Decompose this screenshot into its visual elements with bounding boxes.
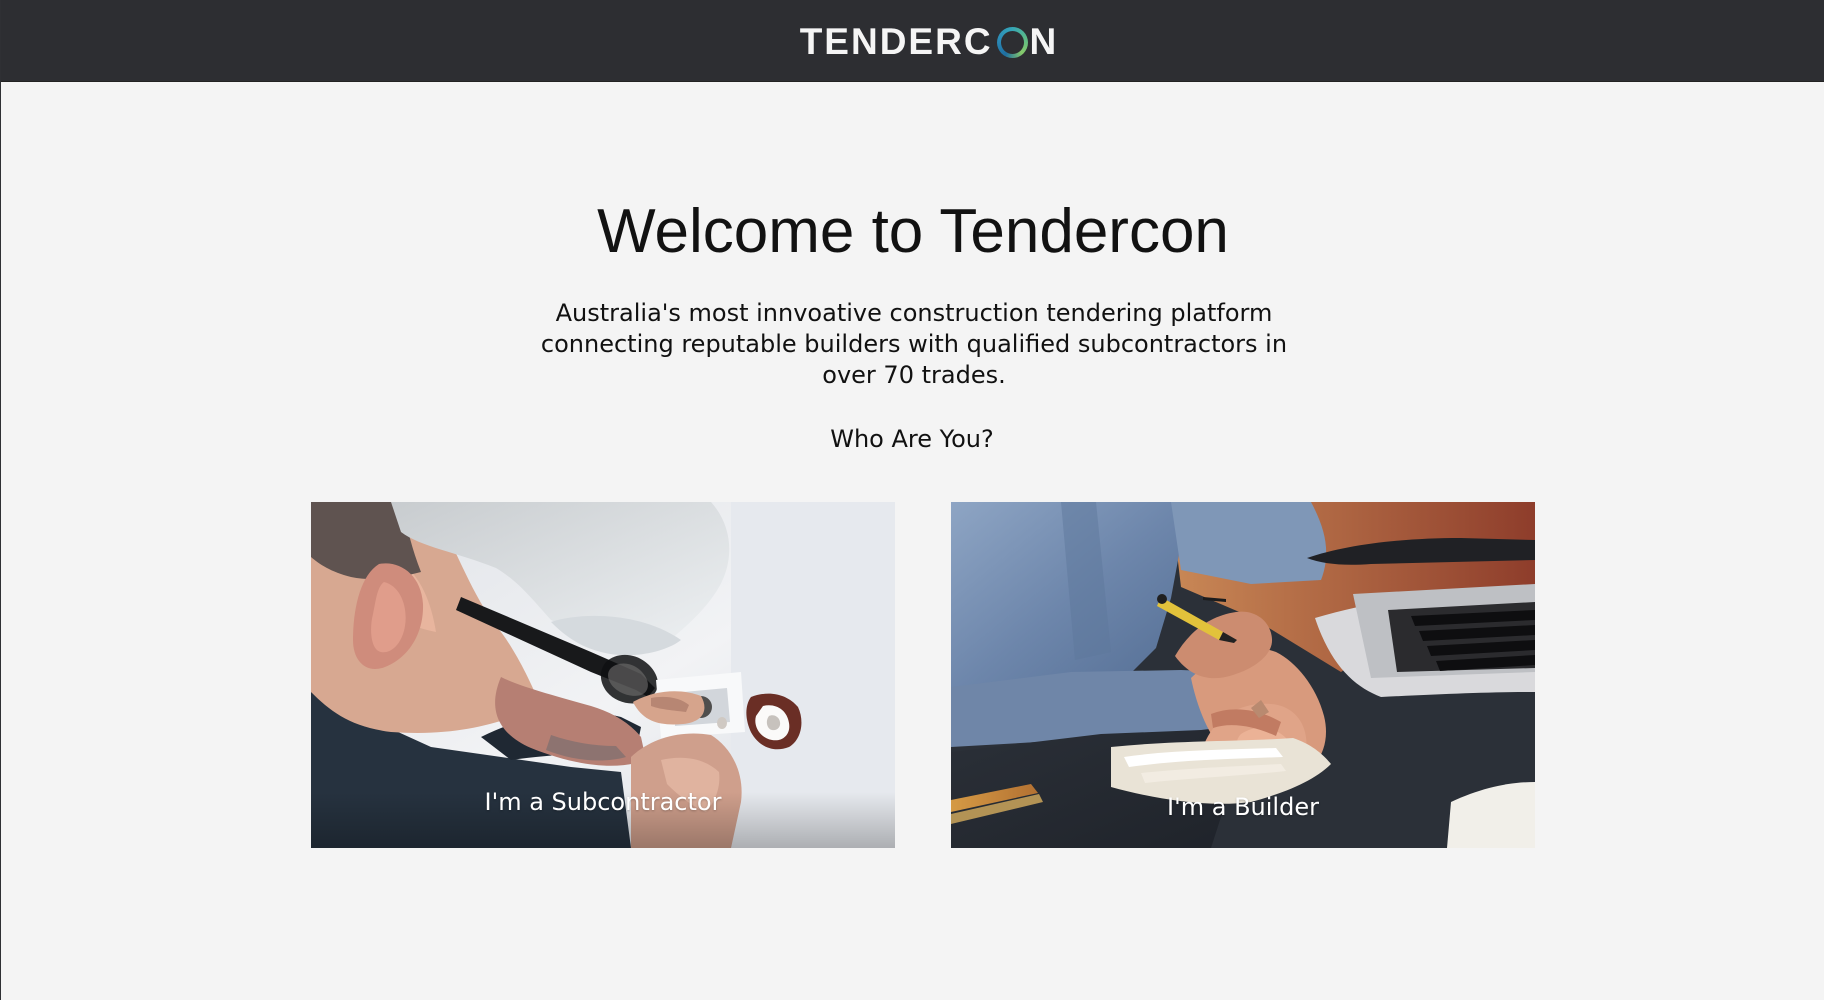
platform-description: Australia's most innvoative construction… (540, 299, 1288, 389)
welcome-title-text: Welcome to Tendercon (597, 197, 1229, 266)
subcontractor-option-card[interactable]: I'm a Subcontractor (311, 502, 895, 848)
builder-option-card[interactable]: I'm a Builder (951, 502, 1535, 848)
top-header-bar: TENDERC N (1, 0, 1824, 82)
tendercon-logo[interactable]: TENDERC N (794, 23, 1064, 61)
welcome-title: Welcome to Tendercon (1, 190, 1824, 274)
logo-text-right: N (1029, 21, 1059, 62)
builder-photo (951, 502, 1535, 848)
subcontractor-photo (311, 502, 895, 848)
logo-ring-icon (997, 27, 1028, 58)
logo-text-left: TENDERC (799, 21, 993, 62)
role-question: Who Are You? (830, 425, 994, 453)
